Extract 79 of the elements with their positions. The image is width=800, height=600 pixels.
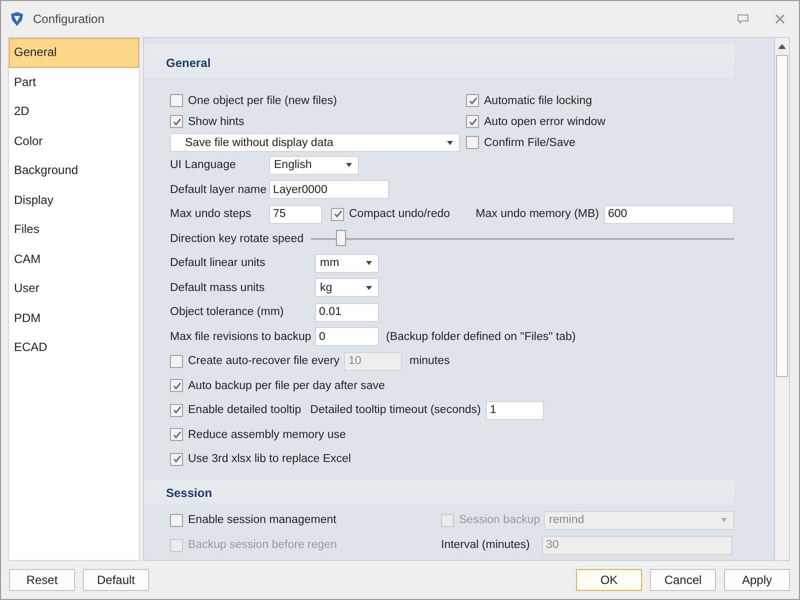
- field-label: Object tolerance (mm): [170, 306, 285, 318]
- checkbox[interactable]: [170, 404, 183, 417]
- sidebar-item[interactable]: Color: [9, 126, 139, 156]
- sidebar-item[interactable]: 2D: [9, 97, 139, 126]
- checkbox-label: Use 3rd xlsx lib to replace Excel: [188, 453, 351, 466]
- sidebar-item[interactable]: ECAD: [9, 333, 139, 362]
- field-label: Max undo steps: [170, 208, 252, 220]
- sidebar-item[interactable]: Background: [9, 156, 139, 186]
- checkbox[interactable]: [170, 354, 183, 368]
- input-field[interactable]: 75: [269, 204, 322, 224]
- field-label: Default linear units: [170, 257, 266, 270]
- field-label: Default layer name: [170, 184, 264, 196]
- input-field[interactable]: 600: [604, 204, 734, 224]
- checkbox-label: Session backup: [459, 514, 539, 526]
- note-text: (Backup folder defined on "Files" tab): [386, 330, 576, 343]
- dialog-button[interactable]: OK: [576, 569, 642, 591]
- field-label: Max file revisions to backup: [170, 330, 310, 343]
- dropdown-arrow-icon: [346, 163, 352, 168]
- sidebar-item[interactable]: General: [9, 38, 139, 68]
- checkbox[interactable]: [170, 115, 183, 128]
- checkbox-label: Enable session management: [188, 514, 336, 526]
- checkbox[interactable]: [170, 514, 183, 526]
- unit-label: minutes: [409, 355, 450, 368]
- sidebar-item[interactable]: Display: [9, 186, 139, 215]
- checkbox[interactable]: [170, 94, 183, 107]
- checkbox-label: Reduce assembly memory use: [188, 428, 346, 441]
- field-label: UI Language: [170, 159, 237, 172]
- dialog-button[interactable]: Reset: [9, 569, 75, 591]
- dropdown-arrow-icon: [366, 286, 372, 290]
- units-dropdown[interactable]: mm: [315, 254, 379, 273]
- section-title: Session: [166, 486, 212, 500]
- slider-thumb[interactable]: [336, 230, 346, 246]
- checkbox-label: Automatic file locking: [484, 94, 592, 106]
- checkbox[interactable]: [170, 452, 183, 466]
- checkbox-label: One object per file (new files): [188, 94, 337, 106]
- save-mode-dropdown[interactable]: Save file without display data: [170, 133, 460, 152]
- field-label: Detailed tooltip timeout (seconds): [310, 404, 481, 416]
- checkbox[interactable]: [170, 428, 183, 442]
- input-field[interactable]: Layer0000: [269, 180, 389, 200]
- sidebar-item[interactable]: CAM: [9, 244, 139, 274]
- checkbox-label: Show hints: [188, 116, 244, 128]
- checkbox-label: Auto open error window: [484, 116, 606, 128]
- checkbox[interactable]: [466, 115, 479, 128]
- scroll-up-icon[interactable]: [778, 44, 786, 49]
- scrollbar[interactable]: [775, 37, 790, 561]
- sidebar-item[interactable]: Files: [9, 215, 139, 244]
- checkbox-label: Create auto-recover file every: [188, 355, 340, 368]
- dialog-button[interactable]: Cancel: [650, 569, 716, 591]
- section-title: General: [166, 56, 211, 70]
- field-label: Max undo memory (MB): [476, 208, 599, 220]
- input-field[interactable]: 1: [486, 400, 544, 420]
- field-label: Interval (minutes): [441, 539, 531, 551]
- checkbox[interactable]: [170, 379, 183, 392]
- field-label: Direction key rotate speed: [170, 232, 304, 245]
- input-field[interactable]: 0: [315, 327, 379, 346]
- checkbox[interactable]: [466, 136, 479, 149]
- field-label: Default mass units: [170, 282, 266, 294]
- units-dropdown[interactable]: kg: [315, 278, 379, 298]
- checkbox-label: Enable detailed tooltip: [188, 404, 302, 416]
- chat-icon[interactable]: [737, 14, 749, 24]
- window-title: Configuration: [33, 12, 104, 26]
- sidebar-item[interactable]: PDM: [9, 304, 139, 333]
- close-icon[interactable]: [775, 14, 785, 24]
- checkbox-label: Compact undo/redo: [349, 208, 450, 220]
- checkbox-label: Confirm File/Save: [484, 136, 576, 148]
- dropdown-arrow-icon: [721, 518, 727, 522]
- sidebar-item[interactable]: User: [9, 274, 139, 304]
- checkbox[interactable]: [466, 94, 479, 107]
- dropdown-arrow-icon: [366, 261, 372, 266]
- dropdown-arrow-icon: [447, 140, 453, 144]
- checkbox[interactable]: [331, 208, 344, 221]
- checkbox-label: Auto backup per file per day after save: [188, 380, 385, 392]
- app-logo-icon: [9, 11, 25, 27]
- checkbox-label: Backup session before regen: [188, 539, 337, 551]
- language-dropdown[interactable]: English: [269, 156, 359, 175]
- dialog-button[interactable]: Default: [83, 569, 149, 591]
- sidebar-item[interactable]: Part: [9, 68, 139, 97]
- dialog-button[interactable]: Apply: [724, 569, 790, 591]
- input-field[interactable]: 0.01: [315, 302, 379, 322]
